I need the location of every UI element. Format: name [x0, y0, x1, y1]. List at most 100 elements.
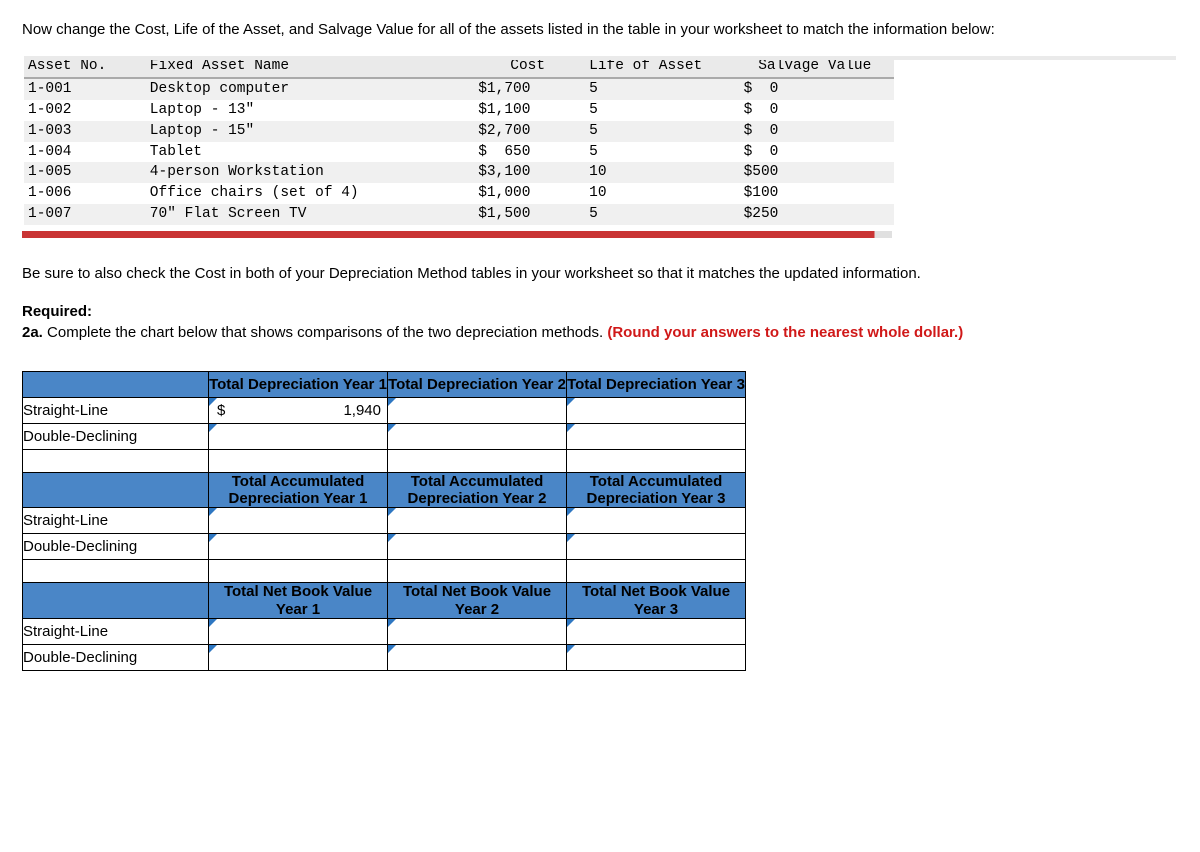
required-rounding-note: (Round your answers to the nearest whole…: [607, 324, 963, 341]
asset-no: 1-002: [24, 100, 146, 121]
asset-name: Tablet: [146, 142, 474, 163]
note-text: Be sure to also check the Cost in both o…: [22, 264, 1178, 284]
input-cell-sl-dep-y2[interactable]: [388, 397, 567, 423]
section1-header-y2: Total Depreciation Year 2: [388, 371, 567, 397]
input-cell-dd-dep-y2[interactable]: [388, 423, 567, 449]
asset-salvage: $ 0: [740, 121, 894, 142]
input-cell-dd-dep-y3[interactable]: [567, 423, 746, 449]
asset-life: 5: [585, 79, 739, 100]
asset-salvage: $ 0: [740, 142, 894, 163]
row-label-double-declining: Double-Declining: [23, 644, 209, 670]
section3-header-y3: Total Net Book Value Year 3: [567, 583, 746, 619]
table-row: Double-Declining: [23, 534, 746, 560]
table-row: 1-002Laptop - 13"$1,1005$ 0: [24, 100, 894, 121]
cell-indicator-icon: [567, 619, 575, 627]
section3-header-y1: Total Net Book Value Year 1: [209, 583, 388, 619]
asset-name: Desktop computer: [146, 79, 474, 100]
input-cell-sl-nbv-y1[interactable]: [209, 618, 388, 644]
row-label-straight-line: Straight-Line: [23, 397, 209, 423]
table-row: 1-00770" Flat Screen TV$1,5005$250: [24, 204, 894, 225]
asset-life: 5: [585, 121, 739, 142]
cell-indicator-icon: [567, 424, 575, 432]
asset-salvage: $100: [740, 183, 894, 204]
input-cell-dd-nbv-y1[interactable]: [209, 644, 388, 670]
asset-cost: $1,000: [474, 183, 585, 204]
cell-indicator-icon: [567, 645, 575, 653]
row-label-straight-line: Straight-Line: [23, 508, 209, 534]
cell-indicator-icon: [388, 424, 396, 432]
asset-life: 5: [585, 142, 739, 163]
cell-indicator-icon: [388, 398, 396, 406]
input-cell-sl-nbv-y3[interactable]: [567, 618, 746, 644]
cell-indicator-icon: [209, 534, 217, 542]
section2-header-y2: Total Accumulated Depreciation Year 2: [388, 472, 567, 508]
table-row: 1-003Laptop - 15"$2,7005$ 0: [24, 121, 894, 142]
cell-value: 1,940: [225, 402, 387, 419]
input-cell-sl-dep-y1[interactable]: $ 1,940: [209, 397, 388, 423]
section2-header-y3: Total Accumulated Depreciation Year 3: [567, 472, 746, 508]
section2-header-y1: Total Accumulated Depreciation Year 1: [209, 472, 388, 508]
col-header-asset-name: Fixed Asset Name: [146, 56, 474, 79]
table-row: 1-001Desktop computer$1,7005$ 0: [24, 79, 894, 100]
asset-cost: $2,700: [474, 121, 585, 142]
cell-indicator-icon: [209, 619, 217, 627]
asset-salvage: $ 0: [740, 79, 894, 100]
cell-indicator-icon: [209, 398, 217, 406]
table-row: 1-006Office chairs (set of 4)$1,00010$10…: [24, 183, 894, 204]
asset-life: 5: [585, 204, 739, 225]
cell-indicator-icon: [209, 508, 217, 516]
asset-no: 1-007: [24, 204, 146, 225]
section3-header-y2: Total Net Book Value Year 2: [388, 583, 567, 619]
asset-cost: $ 650: [474, 142, 585, 163]
input-cell-dd-acc-y1[interactable]: [209, 534, 388, 560]
col-header-cost: Cost: [474, 56, 585, 79]
input-cell-sl-acc-y3[interactable]: [567, 508, 746, 534]
input-cell-dd-nbv-y2[interactable]: [388, 644, 567, 670]
required-label: Required:: [22, 303, 92, 320]
section3-corner: [23, 583, 209, 619]
table-row: 1-004Tablet$ 6505$ 0: [24, 142, 894, 163]
cell-indicator-icon: [388, 619, 396, 627]
input-cell-sl-acc-y1[interactable]: [209, 508, 388, 534]
asset-life: 10: [585, 162, 739, 183]
col-header-life: Life of Asset: [585, 56, 739, 79]
table-row: Straight-Line $ 1,940: [23, 397, 746, 423]
asset-reference-block: Asset No. Fixed Asset Name Cost Life of …: [22, 54, 1178, 227]
input-cell-sl-acc-y2[interactable]: [388, 508, 567, 534]
asset-name: Laptop - 15": [146, 121, 474, 142]
cell-indicator-icon: [388, 508, 396, 516]
cell-indicator-icon: [209, 645, 217, 653]
input-cell-dd-acc-y2[interactable]: [388, 534, 567, 560]
table-row: Straight-Line: [23, 618, 746, 644]
input-cell-dd-dep-y1[interactable]: [209, 423, 388, 449]
row-label-double-declining: Double-Declining: [23, 423, 209, 449]
asset-life: 5: [585, 100, 739, 121]
input-cell-sl-dep-y3[interactable]: [567, 397, 746, 423]
input-cell-dd-acc-y3[interactable]: [567, 534, 746, 560]
asset-salvage: $ 0: [740, 100, 894, 121]
instruction-text: Now change the Cost, Life of the Asset, …: [22, 20, 1178, 40]
cell-indicator-icon: [567, 398, 575, 406]
asset-salvage: $250: [740, 204, 894, 225]
section1-header-y3: Total Depreciation Year 3: [567, 371, 746, 397]
asset-life: 10: [585, 183, 739, 204]
asset-table: Asset No. Fixed Asset Name Cost Life of …: [24, 56, 894, 225]
asset-no: 1-006: [24, 183, 146, 204]
section2-corner: [23, 472, 209, 508]
asset-salvage: $500: [740, 162, 894, 183]
asset-cost: $1,500: [474, 204, 585, 225]
asset-name: Laptop - 13": [146, 100, 474, 121]
cell-indicator-icon: [567, 508, 575, 516]
spacer-row: [23, 449, 746, 472]
col-header-salvage: Salvage Value: [740, 56, 894, 79]
asset-name: 70" Flat Screen TV: [146, 204, 474, 225]
row-label-straight-line: Straight-Line: [23, 618, 209, 644]
table-row: Straight-Line: [23, 508, 746, 534]
asset-cost: $1,100: [474, 100, 585, 121]
asset-cost: $1,700: [474, 79, 585, 100]
required-block: Required: 2a. Complete the chart below t…: [22, 302, 1178, 343]
cell-indicator-icon: [388, 534, 396, 542]
table-scroll-indicator: [22, 231, 892, 238]
input-cell-dd-nbv-y3[interactable]: [567, 644, 746, 670]
input-cell-sl-nbv-y2[interactable]: [388, 618, 567, 644]
